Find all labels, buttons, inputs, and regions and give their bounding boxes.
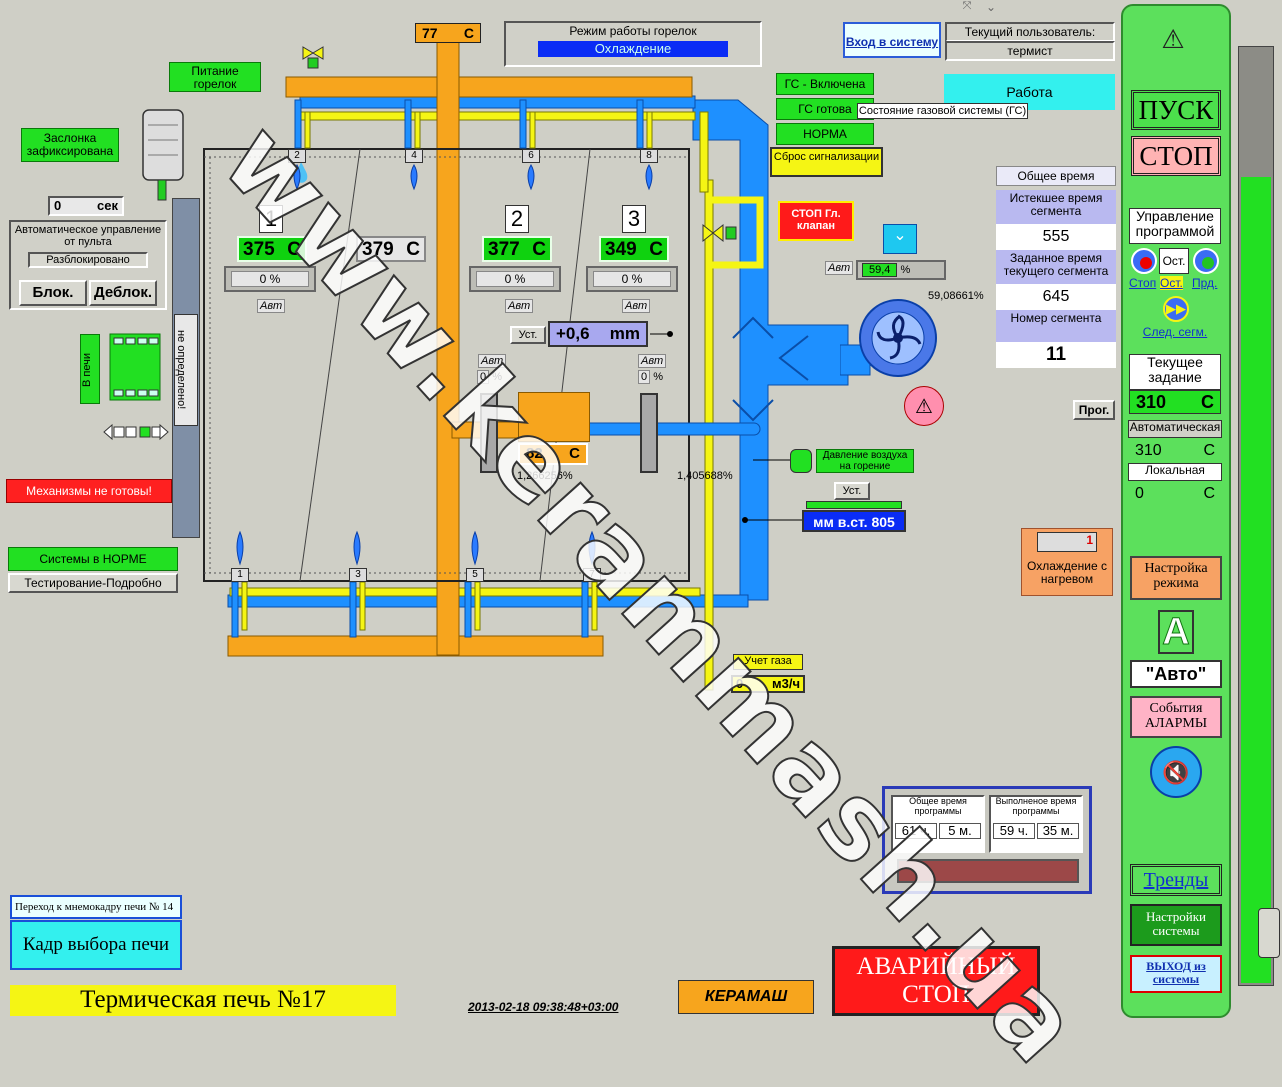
fan-mode[interactable]: Авт — [825, 261, 854, 275]
air-pressure-set[interactable]: Уст. — [834, 482, 870, 500]
program-panel: Истекшее время сегмента 555 Заданное вре… — [996, 190, 1116, 368]
mode-letter: A — [1158, 610, 1194, 654]
system-settings-button[interactable]: Настройки системы — [1130, 904, 1222, 946]
next-segment-icon[interactable]: ▶▶ — [1163, 296, 1189, 322]
exit-button[interactable]: ВЫХОД из системы — [1130, 955, 1222, 993]
worker-icon: ⚠ — [1161, 24, 1185, 54]
done-minutes: 35 м. — [1037, 822, 1079, 840]
cooling-label: Охлаждение с нагревом — [1027, 559, 1107, 587]
cooling-mode[interactable]: 1 Охлаждение с нагревом — [1021, 528, 1113, 596]
fan-pct: 59,4 % — [856, 260, 946, 280]
fan-intake: ⌄ — [883, 224, 917, 254]
done-hours: 59 ч. — [993, 822, 1035, 840]
cooling-icon: 1 — [1037, 532, 1097, 552]
scrollbar-fill — [1241, 177, 1271, 983]
ctrl-ost-link[interactable]: Ост. — [1160, 276, 1183, 290]
current-task: 310 С — [1129, 390, 1221, 414]
stop-button[interactable]: СТОП — [1131, 136, 1221, 176]
fan-pct-value: 59,4 — [862, 263, 898, 277]
fan-icon[interactable] — [839, 290, 940, 390]
start-button[interactable]: ПУСК — [1131, 90, 1221, 130]
trends-button[interactable]: Тренды — [1130, 864, 1222, 896]
target-label: Заданное время текущего сегмента — [996, 250, 1116, 284]
local-task: 0 С — [1129, 485, 1221, 505]
segment-label: Номер сегмента — [996, 310, 1116, 342]
program-control-label: Управление программой — [1129, 208, 1221, 244]
segment-value: 11 — [996, 342, 1116, 368]
sound-off-icon[interactable]: 🔇 — [1150, 746, 1202, 798]
vertical-scrollbar[interactable] — [1238, 46, 1274, 986]
current-task-label: Текущее задание — [1129, 354, 1221, 390]
kerammash-logo: КЕРАМАШ — [678, 980, 814, 1014]
next-segment-link[interactable]: След. сегм. — [1140, 325, 1210, 339]
target-value: 645 — [996, 284, 1116, 310]
elapsed-label: Истекшее время сегмента — [996, 190, 1116, 224]
auto-task-value: 310 — [1135, 442, 1162, 459]
events-alarms-button[interactable]: События АЛАРМЫ — [1130, 696, 1222, 738]
record-icon[interactable] — [1131, 248, 1157, 274]
done-program-time: Выполненое время программы 59 ч. 35 м. — [989, 795, 1083, 853]
local-task-value: 0 — [1135, 485, 1144, 502]
auto-task-unit: С — [1203, 442, 1215, 459]
automatic-label: Автоматическая — [1128, 420, 1222, 438]
local-label: Локальная — [1128, 463, 1222, 481]
ctrl-stop-link[interactable]: Стоп — [1129, 276, 1156, 290]
air-pressure-bar — [806, 501, 902, 509]
mode-auto: "Авто" — [1130, 660, 1222, 688]
fan-pct-unit: % — [900, 264, 911, 276]
side-handle-icon[interactable] — [1258, 908, 1280, 958]
elapsed-value: 555 — [996, 224, 1116, 250]
total-time-button[interactable]: Общее время — [996, 166, 1116, 186]
play-icon[interactable] — [1193, 248, 1219, 274]
ost-center-button[interactable]: Ост. — [1159, 248, 1189, 274]
fan-maintenance-icon[interactable]: ⚠ — [904, 386, 944, 426]
current-task-value: 310 — [1136, 392, 1167, 412]
air-pressure-value: мм в.ст. 805 — [802, 510, 906, 532]
air-pressure-label: Давление воздуха на горение — [816, 449, 914, 473]
prog-button[interactable]: Прог. — [1073, 400, 1115, 420]
air-pressure-sensor-icon — [790, 449, 812, 473]
auto-task: 310 С — [1129, 442, 1221, 462]
local-task-unit: С — [1203, 485, 1215, 502]
ctrl-prd-link[interactable]: Прд. — [1192, 276, 1217, 290]
done-program-label: Выполненое время программы — [995, 796, 1077, 816]
mode-settings-button[interactable]: Настройка режима — [1130, 556, 1222, 600]
current-task-unit: С — [1201, 392, 1214, 412]
